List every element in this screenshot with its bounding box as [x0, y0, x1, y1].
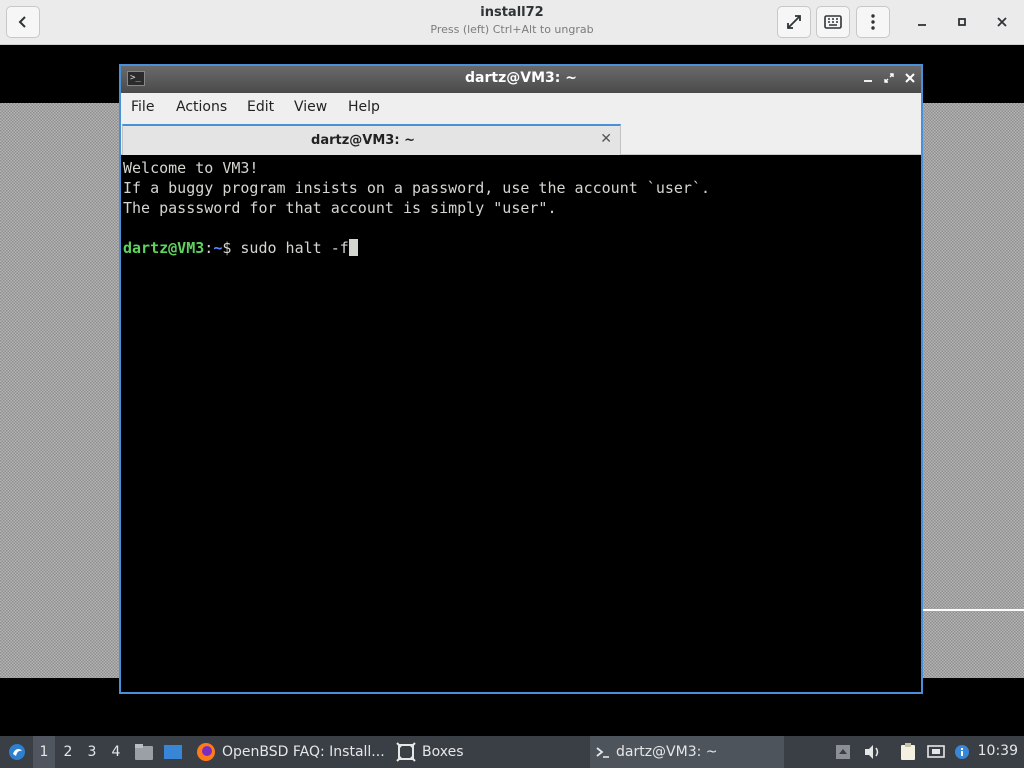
prompt-directory: ~ — [213, 239, 223, 257]
minimize-button[interactable] — [907, 6, 937, 38]
properties-menu-button[interactable] — [856, 6, 890, 38]
terminal-tab-label: dartz@VM3: ~ — [311, 133, 415, 148]
lxqt-logo-icon — [9, 744, 25, 760]
folder-icon — [135, 744, 153, 760]
menu-actions[interactable]: Actions — [176, 99, 227, 115]
terminal-maximize-button[interactable] — [879, 69, 899, 89]
taskbar-clock[interactable]: 10:39 — [978, 743, 1018, 759]
task-label: dartz@VM3: ~ — [616, 744, 718, 760]
network-icon[interactable] — [926, 742, 946, 762]
task-terminal[interactable]: dartz@VM3: ~ — [590, 736, 784, 768]
boxes-icon — [396, 742, 416, 762]
task-boxes[interactable]: Boxes — [392, 736, 582, 768]
terminal-minimize-button[interactable] — [858, 69, 878, 89]
fullscreen-icon — [787, 15, 801, 29]
tab-close-icon[interactable]: ✕ — [600, 131, 612, 147]
file-manager-launcher[interactable] — [133, 736, 155, 768]
menu-edit[interactable]: Edit — [247, 99, 274, 115]
close-icon — [905, 73, 915, 83]
network-wired-icon — [927, 745, 945, 758]
maximize-button[interactable] — [947, 6, 977, 38]
terminal-prompt-line[interactable]: dartz@VM3:~$ sudo halt -f — [123, 238, 921, 258]
firefox-icon — [197, 743, 215, 761]
terminal-window[interactable]: >_ dartz@VM3: ~ File Actions Edit View H… — [119, 64, 923, 694]
terminal-line: Welcome to VM3! — [123, 159, 259, 177]
restore-icon — [884, 73, 894, 83]
minimize-icon — [918, 24, 926, 26]
prompt-symbol: $ — [222, 239, 241, 257]
info-icon — [955, 745, 969, 759]
update-notifier-icon[interactable] — [952, 742, 972, 762]
terminal-line: If a buggy program insists on a password… — [123, 179, 710, 197]
guest-desktop-background-right — [922, 103, 1024, 610]
terminal-app-icon: >_ — [127, 71, 145, 86]
terminal-icon — [596, 747, 609, 758]
chevron-left-icon — [18, 16, 26, 28]
desktop-divider — [922, 609, 1024, 611]
terminal-output[interactable]: Welcome to VM3! If a buggy program insis… — [123, 156, 921, 692]
prompt-user-host: dartz@VM3 — [123, 239, 205, 257]
task-firefox[interactable]: OpenBSD FAQ: Install... — [192, 736, 388, 768]
show-desktop-button[interactable] — [161, 736, 185, 768]
fullscreen-button[interactable] — [777, 6, 811, 38]
close-icon — [997, 17, 1007, 27]
workspace-4[interactable]: 4 — [105, 736, 127, 768]
prompt-colon: : — [204, 239, 214, 257]
volume-icon[interactable] — [862, 742, 882, 762]
workspace-2[interactable]: 2 — [57, 736, 79, 768]
kebab-menu-icon — [871, 14, 875, 30]
task-label: Boxes — [422, 744, 464, 760]
keyboard-icon — [824, 15, 842, 29]
send-keys-button[interactable] — [816, 6, 850, 38]
menu-help[interactable]: Help — [348, 99, 380, 115]
tray-expand-icon[interactable] — [833, 742, 853, 762]
maximize-icon — [958, 18, 966, 26]
workspace-3[interactable]: 3 — [81, 736, 103, 768]
minimize-icon — [864, 80, 872, 82]
clipboard-icon[interactable] — [898, 742, 918, 762]
terminal-close-button[interactable] — [900, 69, 920, 89]
clipboard-icon — [901, 743, 915, 760]
app-menu-button[interactable] — [4, 736, 30, 768]
task-label: OpenBSD FAQ: Install... — [222, 744, 385, 760]
prompt-command: sudo halt -f — [240, 239, 349, 257]
close-button[interactable] — [987, 6, 1017, 38]
terminal-line: The passsword for that account is simply… — [123, 199, 557, 217]
back-button[interactable] — [6, 6, 40, 38]
menu-view[interactable]: View — [294, 99, 327, 115]
terminal-titlebar[interactable]: >_ dartz@VM3: ~ — [121, 66, 921, 93]
terminal-window-title: dartz@VM3: ~ — [465, 70, 577, 86]
desktop-icon — [164, 745, 182, 759]
machine-title: install72 — [480, 5, 544, 20]
terminal-tabbar: dartz@VM3: ~ ✕ — [121, 122, 921, 155]
chevron-up-icon — [836, 745, 850, 759]
speaker-icon — [865, 745, 879, 759]
terminal-menubar: File Actions Edit View Help — [121, 93, 921, 122]
guest-taskbar: 1 2 3 4 OpenBSD FAQ: Install... Boxes da… — [0, 736, 1024, 768]
menu-file[interactable]: File — [131, 99, 154, 115]
terminal-tab[interactable]: dartz@VM3: ~ ✕ — [122, 124, 621, 155]
workspace-1[interactable]: 1 — [33, 736, 55, 768]
ungrab-hint: Press (left) Ctrl+Alt to ungrab — [430, 23, 594, 36]
boxes-header-bar: install72 Press (left) Ctrl+Alt to ungra… — [0, 0, 1024, 45]
text-cursor — [348, 239, 358, 256]
